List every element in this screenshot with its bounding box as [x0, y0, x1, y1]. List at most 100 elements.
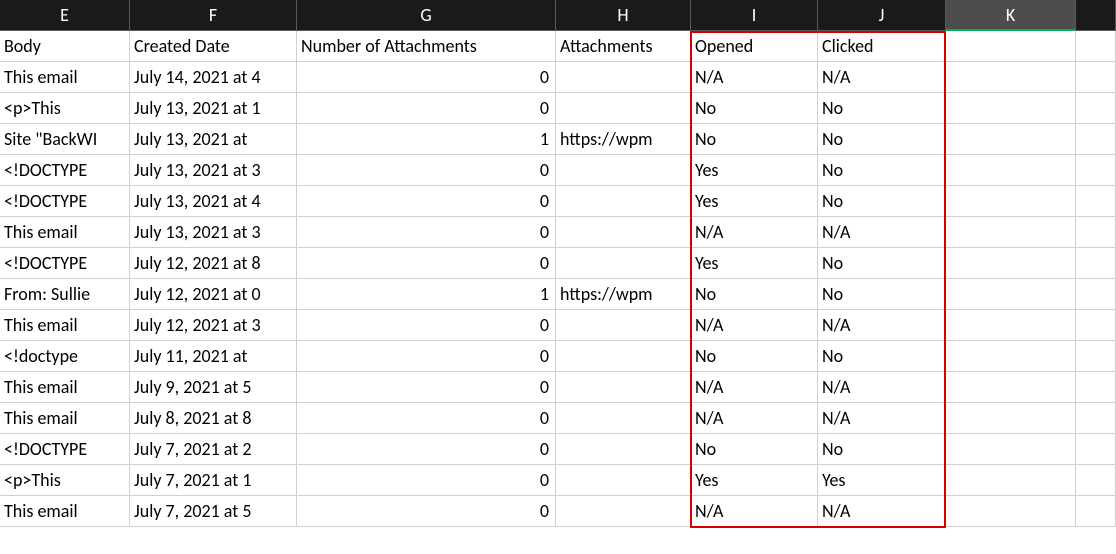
cell[interactable]: https://wpm [556, 124, 691, 155]
cell[interactable]: Yes [691, 186, 818, 217]
cell[interactable] [556, 310, 691, 341]
cell[interactable] [556, 341, 691, 372]
column-header-E[interactable]: E [0, 0, 130, 31]
cell[interactable] [946, 341, 1076, 372]
cell[interactable]: This email [0, 62, 130, 93]
cell[interactable]: 0 [297, 93, 556, 124]
cell[interactable]: July 7, 2021 at 5 [130, 496, 297, 527]
cell[interactable] [946, 186, 1076, 217]
cell[interactable]: 0 [297, 62, 556, 93]
cell[interactable] [946, 248, 1076, 279]
cell[interactable]: July 7, 2021 at 2 [130, 434, 297, 465]
cell[interactable] [946, 434, 1076, 465]
cell[interactable]: 0 [297, 434, 556, 465]
cell[interactable]: N/A [818, 372, 946, 403]
cell[interactable] [946, 93, 1076, 124]
cell[interactable]: July 13, 2021 at 1 [130, 93, 297, 124]
cell[interactable]: 0 [297, 372, 556, 403]
column-header-K[interactable]: K [946, 0, 1076, 31]
cell[interactable] [1076, 248, 1116, 279]
cell[interactable]: No [818, 93, 946, 124]
cell[interactable]: N/A [818, 62, 946, 93]
cell[interactable]: Number of Attachments [297, 31, 556, 62]
cell[interactable] [556, 155, 691, 186]
cell[interactable] [1076, 279, 1116, 310]
cell[interactable]: 0 [297, 496, 556, 527]
cell[interactable]: July 13, 2021 at 3 [130, 217, 297, 248]
cell[interactable]: <!DOCTYPE [0, 434, 130, 465]
cell[interactable]: July 12, 2021 at 0 [130, 279, 297, 310]
cell[interactable]: This email [0, 217, 130, 248]
cell[interactable]: No [691, 279, 818, 310]
cell[interactable]: <!doctype [0, 341, 130, 372]
cell[interactable] [1076, 31, 1116, 62]
cell[interactable] [556, 372, 691, 403]
cell[interactable]: No [818, 434, 946, 465]
cell[interactable]: N/A [818, 403, 946, 434]
cell[interactable]: <!DOCTYPE [0, 155, 130, 186]
cell[interactable] [946, 217, 1076, 248]
cell[interactable]: No [691, 341, 818, 372]
cell[interactable] [946, 496, 1076, 527]
cell[interactable]: This email [0, 403, 130, 434]
cell[interactable] [556, 93, 691, 124]
cell[interactable] [946, 279, 1076, 310]
cell[interactable] [1076, 93, 1116, 124]
column-header-partial[interactable] [1076, 0, 1116, 31]
cell[interactable] [1076, 155, 1116, 186]
cell[interactable] [1076, 465, 1116, 496]
cell[interactable]: July 12, 2021 at 8 [130, 248, 297, 279]
cell[interactable]: N/A [818, 217, 946, 248]
cell[interactable]: This email [0, 496, 130, 527]
cell[interactable] [946, 124, 1076, 155]
cell[interactable]: 0 [297, 310, 556, 341]
cell[interactable] [946, 155, 1076, 186]
cell[interactable] [556, 217, 691, 248]
cell[interactable]: N/A [691, 62, 818, 93]
column-header-F[interactable]: F [130, 0, 297, 31]
cell[interactable] [946, 372, 1076, 403]
cell[interactable]: This email [0, 310, 130, 341]
cell[interactable]: Yes [691, 155, 818, 186]
cell[interactable]: July 13, 2021 at 3 [130, 155, 297, 186]
cell[interactable]: Yes [691, 465, 818, 496]
cell[interactable]: 1 [297, 124, 556, 155]
cell[interactable] [556, 186, 691, 217]
cell[interactable]: 0 [297, 217, 556, 248]
cell[interactable] [556, 248, 691, 279]
cell[interactable]: From: Sullie [0, 279, 130, 310]
cell[interactable] [1076, 217, 1116, 248]
cell[interactable]: N/A [691, 310, 818, 341]
cell[interactable]: July 12, 2021 at 3 [130, 310, 297, 341]
cell[interactable]: July 9, 2021 at 5 [130, 372, 297, 403]
cell[interactable]: N/A [691, 496, 818, 527]
cell[interactable]: July 8, 2021 at 8 [130, 403, 297, 434]
cell[interactable]: <p>This [0, 93, 130, 124]
cell[interactable] [556, 62, 691, 93]
cell[interactable] [946, 62, 1076, 93]
cell[interactable]: 0 [297, 403, 556, 434]
cell[interactable]: 0 [297, 341, 556, 372]
cell[interactable] [1076, 434, 1116, 465]
cell[interactable]: Site "BackWI [0, 124, 130, 155]
cell[interactable]: No [691, 124, 818, 155]
cell[interactable] [946, 403, 1076, 434]
cell[interactable]: Yes [691, 248, 818, 279]
cell[interactable]: 0 [297, 465, 556, 496]
column-header-G[interactable]: G [297, 0, 556, 31]
cell[interactable]: No [818, 186, 946, 217]
cell[interactable]: N/A [691, 403, 818, 434]
column-header-I[interactable]: I [691, 0, 818, 31]
column-header-J[interactable]: J [818, 0, 946, 31]
cell[interactable]: N/A [818, 496, 946, 527]
cell[interactable]: Attachments [556, 31, 691, 62]
cell[interactable] [1076, 496, 1116, 527]
cell[interactable]: N/A [691, 217, 818, 248]
cell[interactable] [946, 310, 1076, 341]
cell[interactable]: https://wpm [556, 279, 691, 310]
cell[interactable]: <!DOCTYPE [0, 248, 130, 279]
cell[interactable]: July 13, 2021 at [130, 124, 297, 155]
cell[interactable] [1076, 186, 1116, 217]
cell[interactable]: <p>This [0, 465, 130, 496]
column-header-H[interactable]: H [556, 0, 691, 31]
